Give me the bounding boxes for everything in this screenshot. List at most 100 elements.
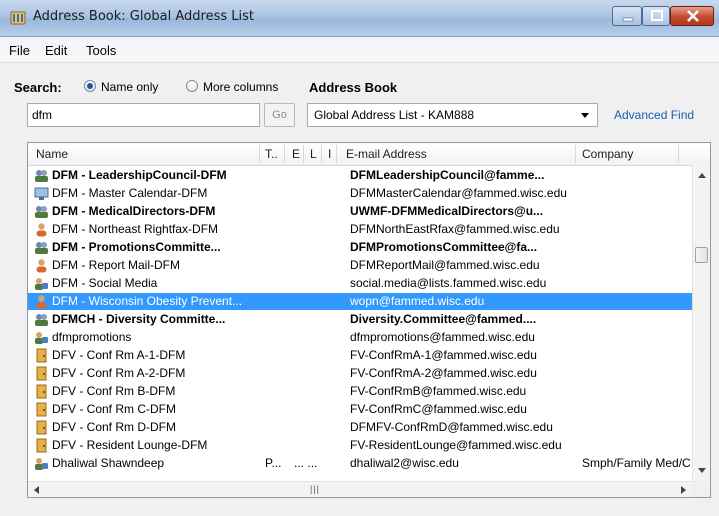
table-row[interactable]: DFM - MedicalDirectors-DFM UWMF-DFMMedica… — [28, 203, 692, 220]
user-icon — [34, 222, 49, 237]
search-label: Search: — [14, 80, 62, 95]
row-name: DFV - Conf Rm A-2-DFM — [52, 366, 186, 380]
column-separator[interactable] — [303, 145, 304, 163]
table-row[interactable]: DFV - Resident Lounge-DFM FV-ResidentLoun… — [28, 437, 692, 454]
address-book-window: Address Book: Global Address List File E… — [0, 0, 719, 516]
row-email: FV-ConfRmB@fammed.wisc.edu — [350, 384, 527, 398]
row-email: UWMF-DFMMedicalDirectors@u... — [350, 204, 544, 218]
row-name: dfmpromotions — [52, 330, 132, 344]
table-row[interactable]: Dhaliwal Shawndeep P...... ... dhaliwal2@w… — [28, 455, 692, 472]
table-row[interactable]: DFV - Conf Rm D-DFM DFMFV-ConfRmD@fammed.… — [28, 419, 692, 436]
column-header-company[interactable]: Company — [582, 147, 633, 161]
chevron-down-icon — [581, 113, 589, 118]
row-email: FV-ConfRmA-1@fammed.wisc.edu — [350, 348, 537, 362]
row-company: Smph/Family Med/C — [582, 456, 691, 470]
column-header-email[interactable]: E-mail Address — [346, 147, 427, 161]
resource-icon — [34, 366, 49, 381]
column-header-i[interactable]: I — [328, 147, 331, 161]
row-email: DFMFV-ConfRmD@fammed.wisc.edu — [350, 420, 553, 434]
table-row[interactable]: DFM - LeadershipCouncil-DFM DFMLeadership… — [28, 167, 692, 184]
scroll-right-arrow-icon[interactable] — [681, 486, 686, 494]
list-header: Name T.. E L I E-mail Address Company — [28, 143, 710, 166]
scroll-down-arrow-icon[interactable] — [698, 468, 706, 473]
row-name: DFM - MedicalDirectors-DFM — [52, 204, 216, 218]
horizontal-scrollbar[interactable]: ||| — [28, 481, 692, 497]
menu-tools[interactable]: Tools — [86, 43, 116, 58]
row-name: DFV - Conf Rm A-1-DFM — [52, 348, 186, 362]
column-separator[interactable] — [321, 145, 322, 163]
more-columns-radio[interactable] — [186, 80, 198, 92]
column-separator[interactable] — [259, 145, 260, 163]
row-email: DFMLeadershipCouncil@famme... — [350, 168, 545, 182]
row-name: DFV - Resident Lounge-DFM — [52, 438, 208, 452]
close-button[interactable] — [670, 6, 714, 26]
row-name: DFM - Report Mail-DFM — [52, 258, 180, 272]
vertical-scrollbar[interactable] — [692, 165, 710, 481]
results-list[interactable]: Name T.. E L I E-mail Address Company DF… — [27, 142, 711, 498]
table-row[interactable]: DFM - Wisconsin Obesity Prevent... wopn@f… — [28, 293, 692, 310]
row-e: ... — [294, 456, 305, 470]
row-name: DFM - Master Calendar-DFM — [52, 186, 208, 200]
maximize-button[interactable] — [642, 6, 670, 26]
table-row[interactable]: DFM - PromotionsCommitte... DFMPromotions… — [28, 239, 692, 256]
advanced-find-link[interactable]: Advanced Find — [614, 108, 694, 122]
menu-bar: File Edit Tools — [0, 37, 719, 63]
row-email: dhaliwal2@wisc.edu — [350, 456, 459, 470]
address-book-app-icon — [10, 11, 26, 25]
table-row[interactable]: DFM - Report Mail-DFM DFMReportMail@famme… — [28, 257, 692, 274]
resource-icon — [34, 348, 49, 363]
column-separator[interactable] — [336, 145, 337, 163]
name-only-radio[interactable] — [84, 80, 96, 92]
scroll-left-arrow-icon[interactable] — [34, 486, 39, 494]
go-button[interactable]: Go — [264, 103, 295, 127]
table-row[interactable]: DFV - Conf Rm C-DFM FV-ConfRmC@fammed.wis… — [28, 401, 692, 418]
more-columns-label[interactable]: More columns — [203, 80, 278, 94]
title-bar[interactable]: Address Book: Global Address List — [0, 0, 719, 37]
row-title: P... — [265, 456, 282, 470]
search-input[interactable] — [27, 103, 260, 127]
group-icon — [34, 312, 49, 327]
table-row[interactable]: DFV - Conf Rm A-2-DFM FV-ConfRmA-2@fammed… — [28, 365, 692, 382]
table-row[interactable]: DFM - Social Media social.media@lists.fam… — [28, 275, 692, 292]
row-name: Dhaliwal Shawndeep — [52, 456, 165, 470]
column-separator[interactable] — [284, 145, 285, 163]
table-row[interactable]: DFM - Northeast Rightfax-DFM DFMNorthEast… — [28, 221, 692, 238]
column-separator[interactable] — [678, 145, 679, 163]
row-name: DFM - Wisconsin Obesity Prevent... — [52, 294, 243, 308]
row-email: FV-ConfRmA-2@fammed.wisc.edu — [350, 366, 537, 380]
row-e-l: ... ... — [294, 456, 317, 470]
table-row[interactable]: DFMCH - Diversity Committe... Diversity.C… — [28, 311, 692, 328]
close-icon — [687, 10, 699, 22]
scroll-up-arrow-icon[interactable] — [698, 173, 706, 178]
column-header-l[interactable]: L — [310, 147, 317, 161]
row-name: DFV - Conf Rm C-DFM — [52, 402, 176, 416]
column-separator[interactable] — [575, 145, 576, 163]
row-name: DFV - Conf Rm B-DFM — [52, 384, 176, 398]
row-l: ... — [307, 456, 318, 470]
minimize-button[interactable] — [612, 6, 642, 26]
contact-icon — [34, 456, 49, 471]
table-row[interactable]: DFM - Master Calendar-DFM DFMMasterCalend… — [28, 185, 692, 202]
scrollbar-thumb[interactable] — [695, 247, 708, 263]
row-name: DFM - PromotionsCommitte... — [52, 240, 221, 254]
table-row[interactable]: dfmpromotions dfmpromotions@fammed.wisc.e… — [28, 329, 692, 346]
table-row[interactable]: DFV - Conf Rm B-DFM FV-ConfRmB@fammed.wis… — [28, 383, 692, 400]
row-email: FV-ResidentLounge@fammed.wisc.edu — [350, 438, 562, 452]
row-email: Diversity.Committee@fammed.... — [350, 312, 537, 326]
maximize-icon — [651, 10, 663, 21]
row-email: DFMMasterCalendar@fammed.wisc.edu — [350, 186, 567, 200]
table-row[interactable]: DFV - Conf Rm A-1-DFM FV-ConfRmA-1@fammed… — [28, 347, 692, 364]
row-email: FV-ConfRmC@fammed.wisc.edu — [350, 402, 527, 416]
group-icon — [34, 168, 49, 183]
address-book-dropdown[interactable]: Global Address List - KAM888 — [307, 103, 598, 127]
contact-icon — [34, 330, 49, 345]
menu-edit[interactable]: Edit — [45, 43, 67, 58]
contact-icon — [34, 276, 49, 291]
column-header-e[interactable]: E — [292, 147, 300, 161]
column-header-title[interactable]: T.. — [265, 147, 278, 161]
name-only-label[interactable]: Name only — [101, 80, 158, 94]
column-header-name[interactable]: Name — [36, 147, 68, 161]
row-email: DFMReportMail@fammed.wisc.edu — [350, 258, 540, 272]
menu-file[interactable]: File — [9, 43, 30, 58]
row-email: dfmpromotions@fammed.wisc.edu — [350, 330, 535, 344]
